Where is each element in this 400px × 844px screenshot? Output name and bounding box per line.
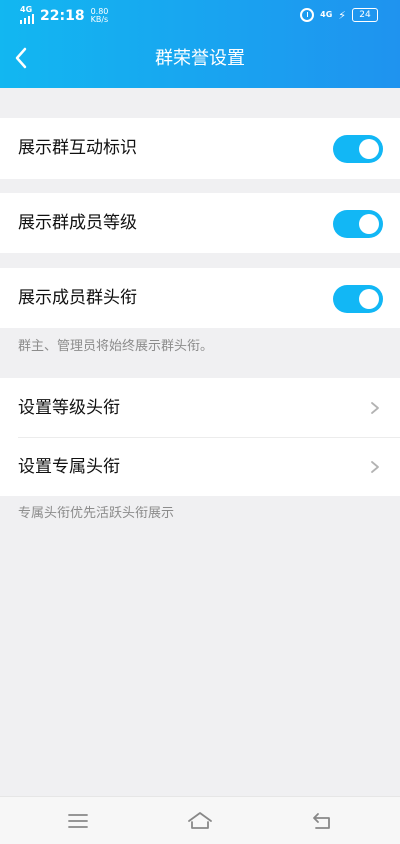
setting-label: 设置专属头衔 xyxy=(18,457,120,477)
page-title: 群荣誉设置 xyxy=(155,48,245,69)
network-speed: 0.80 KB/s xyxy=(91,8,109,24)
network-type: 4G xyxy=(20,5,33,14)
toggle-knob xyxy=(359,214,379,234)
member-level-toggle[interactable] xyxy=(333,210,383,238)
member-title-toggle[interactable] xyxy=(333,285,383,313)
setting-label: 展示群互动标识 xyxy=(18,138,137,158)
settings-card-title: 展示成员群头衔 xyxy=(0,268,400,328)
toggle-knob xyxy=(359,289,379,309)
chevron-right-icon xyxy=(371,461,379,473)
setting-row-level-title[interactable]: 设置等级头衔 xyxy=(0,378,400,438)
system-nav-bar xyxy=(0,796,400,844)
app-header: 4G 22:18 0.80 KB/s 4G ⚡ 24 群荣誉设置 xyxy=(0,0,400,88)
setting-label: 设置等级头衔 xyxy=(18,398,120,418)
battery-level: 24 xyxy=(352,8,378,22)
setting-row-interaction-badge: 展示群互动标识 xyxy=(0,118,400,178)
status-bar: 4G 22:18 0.80 KB/s 4G ⚡ 24 xyxy=(0,0,400,30)
settings-card-interaction: 展示群互动标识 xyxy=(0,118,400,179)
return-icon[interactable] xyxy=(308,809,336,833)
alarm-icon xyxy=(300,8,315,22)
toggle-knob xyxy=(359,139,379,159)
settings-card-level: 展示群成员等级 xyxy=(0,193,400,253)
signal-icon xyxy=(20,14,34,24)
setting-label: 展示成员群头衔 xyxy=(18,288,137,308)
setting-label: 展示群成员等级 xyxy=(18,213,137,233)
nav-hint-text: 专属头衔优先活跃头衔展示 xyxy=(18,506,175,521)
setting-row-member-level: 展示群成员等级 xyxy=(0,193,400,253)
chevron-right-icon xyxy=(371,402,379,414)
charging-icon: ⚡ xyxy=(338,8,346,22)
clock-time: 22:18 xyxy=(40,8,85,24)
setting-row-exclusive-title[interactable]: 设置专属头衔 xyxy=(0,437,400,497)
settings-card-titles: 设置等级头衔 设置专属头衔 xyxy=(0,378,400,496)
speed-unit: KB/s xyxy=(90,15,109,24)
network-type-right: 4G xyxy=(320,10,333,19)
menu-icon[interactable] xyxy=(64,809,92,833)
toggle-hint-text: 群主、管理员将始终展示群头衔。 xyxy=(18,339,214,354)
interaction-badge-toggle[interactable] xyxy=(333,135,383,163)
home-icon[interactable] xyxy=(186,809,214,833)
setting-row-member-title: 展示成员群头衔 xyxy=(0,268,400,328)
title-bar: 群荣誉设置 xyxy=(0,30,400,88)
